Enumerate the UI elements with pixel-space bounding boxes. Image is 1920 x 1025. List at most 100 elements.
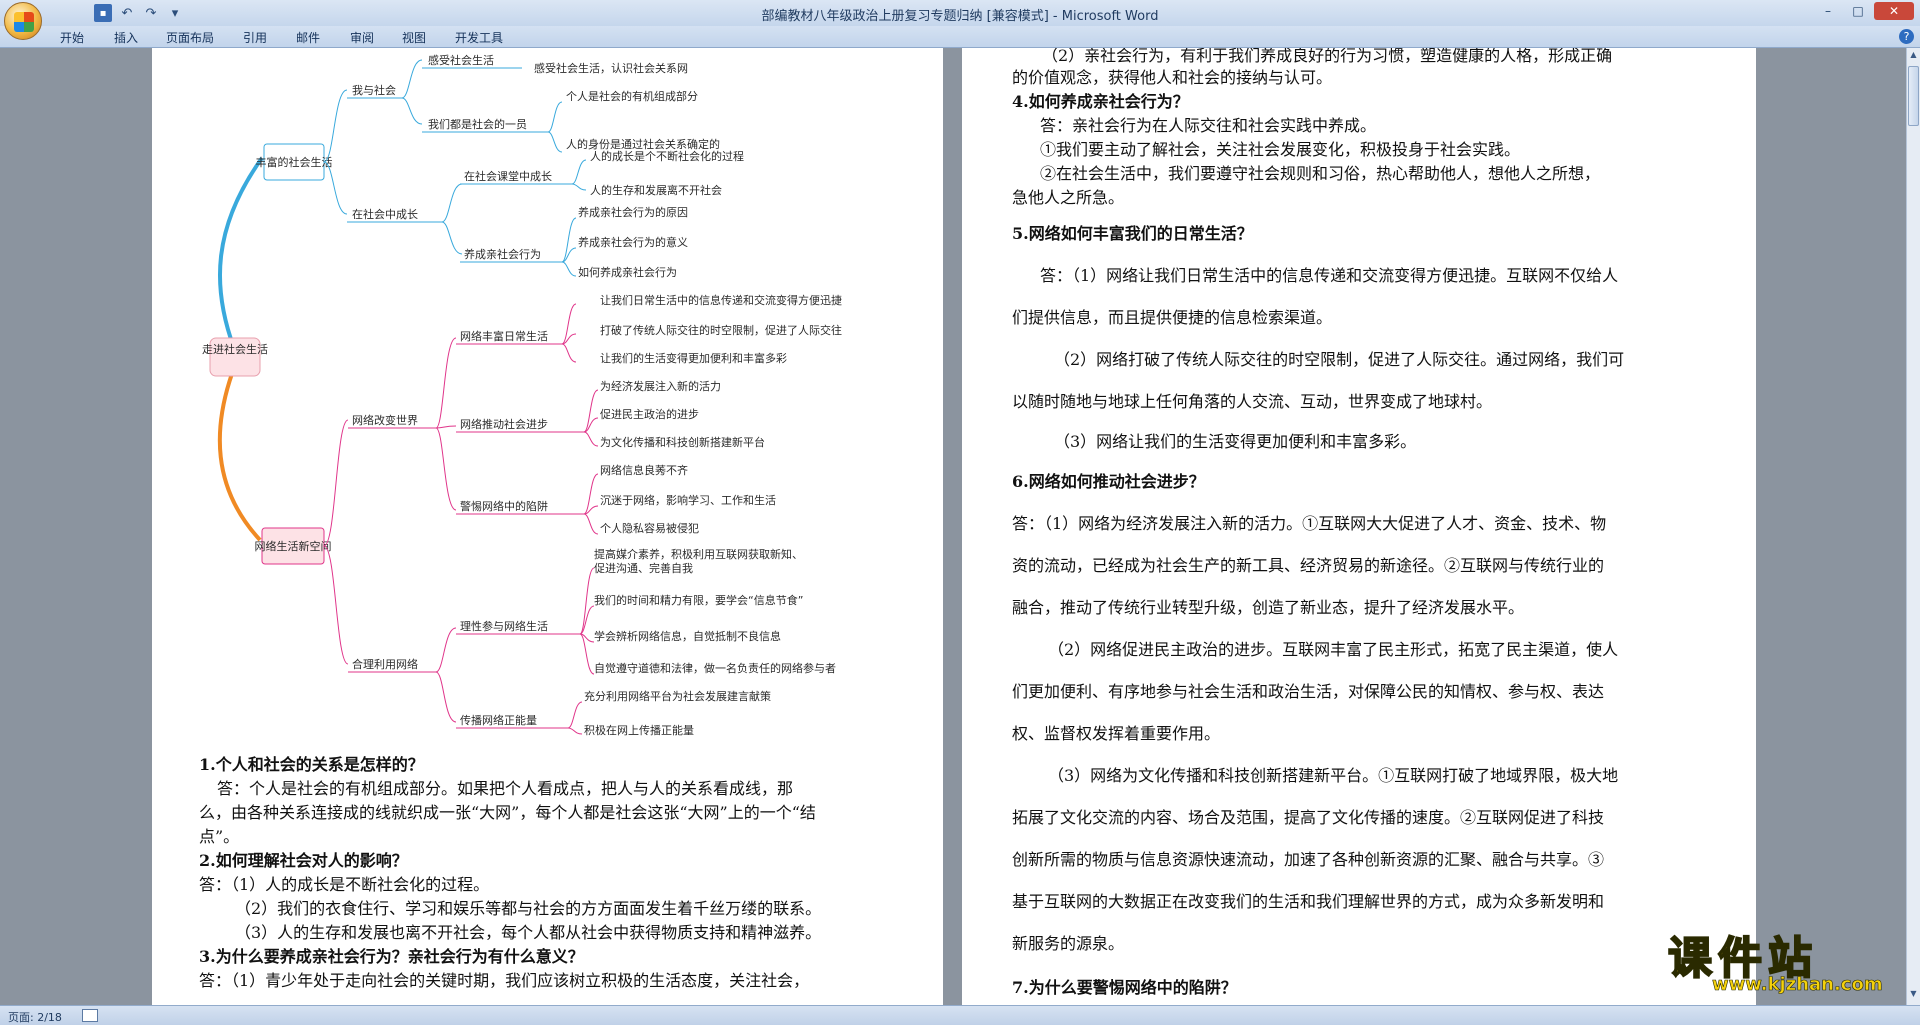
r-line-9: 答：（1）网络让我们日常生活中的信息传递和交流变得方便迅捷。互联网不仅给人 (1040, 266, 1619, 285)
r-line-16: 资的流动，已经成为社会生产的新工具、经济贸易的新途径。②互联网与传统行业的 (1012, 556, 1605, 575)
mm-n6c: 为文化传播和科技创新搭建新平台 (600, 435, 765, 449)
page-left[interactable]: 走进社会生活 丰富的社会生活 网络生活新空间 我与社会 在社会中成长 感受社会生… (152, 48, 943, 1005)
mm-n2b: 人的身份是通过社会关系确定的 (566, 137, 720, 151)
r-question-6: 6.网络如何推动社会进步？ (1012, 472, 1205, 491)
mm-n9a: 充分利用网络平台为社会发展建言献策 (584, 689, 771, 703)
office-button[interactable] (4, 2, 42, 40)
mm-n7a: 网络信息良莠不齐 (600, 463, 688, 477)
mm-n6: 网络推动社会进步 (460, 417, 548, 431)
mm-n4c: 如何养成亲社会行为 (578, 265, 677, 279)
r-line-10: 们提供信息，而且提供便捷的信息检索渠道。 (1012, 308, 1333, 327)
r-line-15: 答：（1）网络为经济发展注入新的活力。①互联网大大促进了人才、资金、技术、物 (1012, 514, 1607, 533)
r-line-24: 基于互联网的大数据正在改变我们的生活和我们理解世界的方式，成为众多新发明和 (1012, 892, 1605, 911)
r-question-4: 4.如何养成亲社会行为？ (1012, 92, 1189, 111)
answer-1-line-1: 答：个人是社会的有机组成部分。如果把个人看成点，把人与人的关系看成线，那 (217, 779, 794, 798)
status-bar: 页面: 2/18 (0, 1005, 1920, 1025)
scroll-thumb[interactable] (1908, 66, 1919, 126)
page-indicator[interactable]: 页面: 2/18 (8, 1009, 62, 1025)
r-line-13: （3）网络让我们的生活变得更加便利和丰富多彩。 (1054, 432, 1417, 451)
scroll-down-icon[interactable]: ▼ (1908, 989, 1919, 1003)
tab-page-layout[interactable]: 页面布局 (166, 29, 214, 46)
mm-n4b: 养成亲社会行为的意义 (578, 235, 688, 249)
r-question-7: 7.为什么要警惕网络中的陷阱？ (1012, 978, 1237, 997)
r-line-12: 以随时随地与地球上任何角落的人交流、互动，世界变成了地球村。 (1012, 392, 1493, 411)
document-area: 走进社会生活 丰富的社会生活 网络生活新空间 我与社会 在社会中成长 感受社会生… (0, 48, 1906, 1005)
mm-n8c: 学会辨析网络信息，自觉抵制不良信息 (594, 629, 781, 643)
r-line-21: （3）网络为文化传播和科技创新搭建新平台。①互联网打破了地域界限，极大地 (1048, 766, 1619, 785)
r-line-19: 们更加便利、有序地参与社会生活和政治生活，对保障公民的知情权、参与权、表达 (1012, 682, 1605, 701)
r-line-22: 拓展了文化交流的内容、场合及范围，提高了文化传播的速度。②互联网促进了科技 (1012, 808, 1605, 827)
left-page-text: 1.个人和社会的关系是怎样的？ 答：个人是社会的有机组成部分。如果把个人看成点，… (199, 753, 899, 993)
r-line-2: 的价值观念，获得他人和社会的接纳与认可。 (1012, 68, 1333, 87)
ribbon-tabs: 开始 插入 页面布局 引用 邮件 审阅 视图 开发工具 ? (0, 26, 1920, 48)
office-logo-icon (14, 12, 34, 32)
mm-n3a: 人的成长是个不断社会化的过程 (590, 149, 744, 163)
mm-n8d: 自觉遵守道德和法律，做一名负责任的网络参与者 (594, 661, 836, 675)
mm-n5a: 让我们日常生活中的信息传递和交流变得方便迅捷 (600, 293, 842, 307)
vertical-scrollbar[interactable]: ▲ ▼ (1906, 48, 1920, 1005)
tab-home[interactable]: 开始 (60, 29, 84, 46)
mind-map: 走进社会生活 丰富的社会生活 网络生活新空间 我与社会 在社会中成长 感受社会生… (202, 53, 842, 737)
window-title: 部编教材八年级政治上册复习专题归纳 [兼容模式] - Microsoft Wor… (761, 9, 1159, 24)
question-3: 3.为什么要养成亲社会行为？亲社会行为有什么意义？ (199, 947, 584, 966)
page-right[interactable]: （2）亲社会行为，有利于我们养成良好的行为习惯，塑造健康的人格，形成正确 的价值… (962, 48, 1756, 1005)
title-bar: ▪ ↶ ↷ ▾ 部编教材八年级政治上册复习专题归纳 [兼容模式] - Micro… (0, 0, 1920, 40)
r-line-7: 急他人之所急。 (1012, 188, 1125, 207)
answer-1-line-3: 点”。 (199, 827, 240, 846)
r-question-5: 5.网络如何丰富我们的日常生活？ (1012, 224, 1253, 243)
tab-mailings[interactable]: 邮件 (296, 29, 320, 46)
mm-branch1: 丰富的社会生活 (256, 155, 333, 169)
mm-n4a: 养成亲社会行为的原因 (578, 205, 688, 219)
mm-n8a2: 促进沟通、完善自我 (594, 561, 693, 575)
mm-n8: 理性参与网络生活 (460, 619, 548, 633)
mm-n7c: 个人隐私容易被侵犯 (600, 521, 699, 535)
mm-n7: 警惕网络中的陷阱 (460, 499, 548, 513)
mm-b1-sub2: 在社会中成长 (352, 207, 418, 221)
mm-n5c: 让我们的生活变得更加便利和丰富多彩 (600, 351, 787, 365)
r-line-25: 新服务的源泉。 (1012, 934, 1125, 953)
close-icon[interactable]: ✕ (1874, 2, 1914, 20)
mm-n3: 在社会课堂中成长 (464, 169, 552, 183)
mm-b2-sub1: 网络改变世界 (352, 413, 418, 427)
r-line-11: （2）网络打破了传统人际交往的时空限制，促进了人际交往。通过网络，我们可 (1054, 350, 1625, 369)
help-icon[interactable]: ? (1899, 29, 1914, 44)
mm-n9b: 积极在网上传播正能量 (584, 723, 694, 737)
mm-n1a: 感受社会生活，认识社会关系网 (534, 61, 688, 75)
mm-root: 走进社会生活 (202, 342, 268, 356)
mm-n2: 我们都是社会的一员 (428, 117, 527, 131)
r-line-23: 创新所需的物质与信息资源快速流动，加速了各种创新资源的汇聚、融合与共享。③ (1012, 850, 1605, 869)
question-2: 2.如何理解社会对人的影响？ (199, 851, 408, 870)
r-line-17: 融合，推动了传统行业转型升级，创造了新业态，提升了经济发展水平。 (1012, 598, 1525, 617)
mm-n9: 传播网络正能量 (460, 713, 537, 727)
watermark-logo: 课件站 www.kjzhan.com (1667, 922, 1908, 1002)
mm-n7b: 沉迷于网络，影响学习、工作和生活 (600, 493, 776, 507)
mm-n5: 网络丰富日常生活 (460, 329, 548, 343)
mm-n3b: 人的生存和发展离不开社会 (590, 183, 722, 197)
tab-view[interactable]: 视图 (402, 29, 426, 46)
tab-insert[interactable]: 插入 (114, 29, 138, 46)
mm-n1: 感受社会生活 (428, 53, 494, 67)
watermark-site: www.kjzhan.com (1712, 974, 1883, 996)
tab-developer[interactable]: 开发工具 (455, 29, 503, 46)
mm-n4: 养成亲社会行为 (464, 247, 541, 261)
scroll-up-icon[interactable]: ▲ (1908, 50, 1919, 64)
mm-b2-sub2: 合理利用网络 (352, 657, 418, 671)
r-line-6: ②在社会生活中，我们要遵守社会规则和习俗，热心帮助他人，想他人之所想， (1040, 164, 1601, 183)
tab-review[interactable]: 审阅 (350, 29, 374, 46)
mm-branch2: 网络生活新空间 (255, 539, 332, 553)
window-controls: – □ ✕ (1814, 2, 1914, 20)
mm-n2a: 个人是社会的有机组成部分 (566, 89, 698, 103)
tab-references[interactable]: 引用 (243, 29, 267, 46)
r-line-18: （2）网络促进民主政治的进步。互联网丰富了民主形式，拓宽了民主渠道，使人 (1048, 640, 1619, 659)
r-line-5: ①我们要主动了解社会，关注社会发展变化，积极投身于社会实践。 (1040, 140, 1521, 159)
minimize-icon[interactable]: – (1814, 2, 1842, 20)
mm-n5b: 打破了传统人际交往的时空限制，促进了人际交往 (600, 323, 842, 337)
mm-b1-sub1: 我与社会 (352, 83, 396, 97)
mm-n8b: 我们的时间和精力有限，要学会“信息节食” (594, 593, 803, 607)
answer-2-line-1: 答：（1）人的成长是不断社会化的过程。 (199, 875, 490, 894)
maximize-icon[interactable]: □ (1844, 2, 1872, 20)
mm-n8a1: 提高媒介素养，积极利用互联网获取新知、 (594, 547, 803, 561)
question-1: 1.个人和社会的关系是怎样的？ (199, 755, 424, 774)
answer-1-line-2: 么，由各种关系连接成的线就织成一张“大网”，每个人都是社会这张“大网”上的一个“… (199, 803, 816, 822)
proofing-icon[interactable] (82, 1009, 98, 1022)
